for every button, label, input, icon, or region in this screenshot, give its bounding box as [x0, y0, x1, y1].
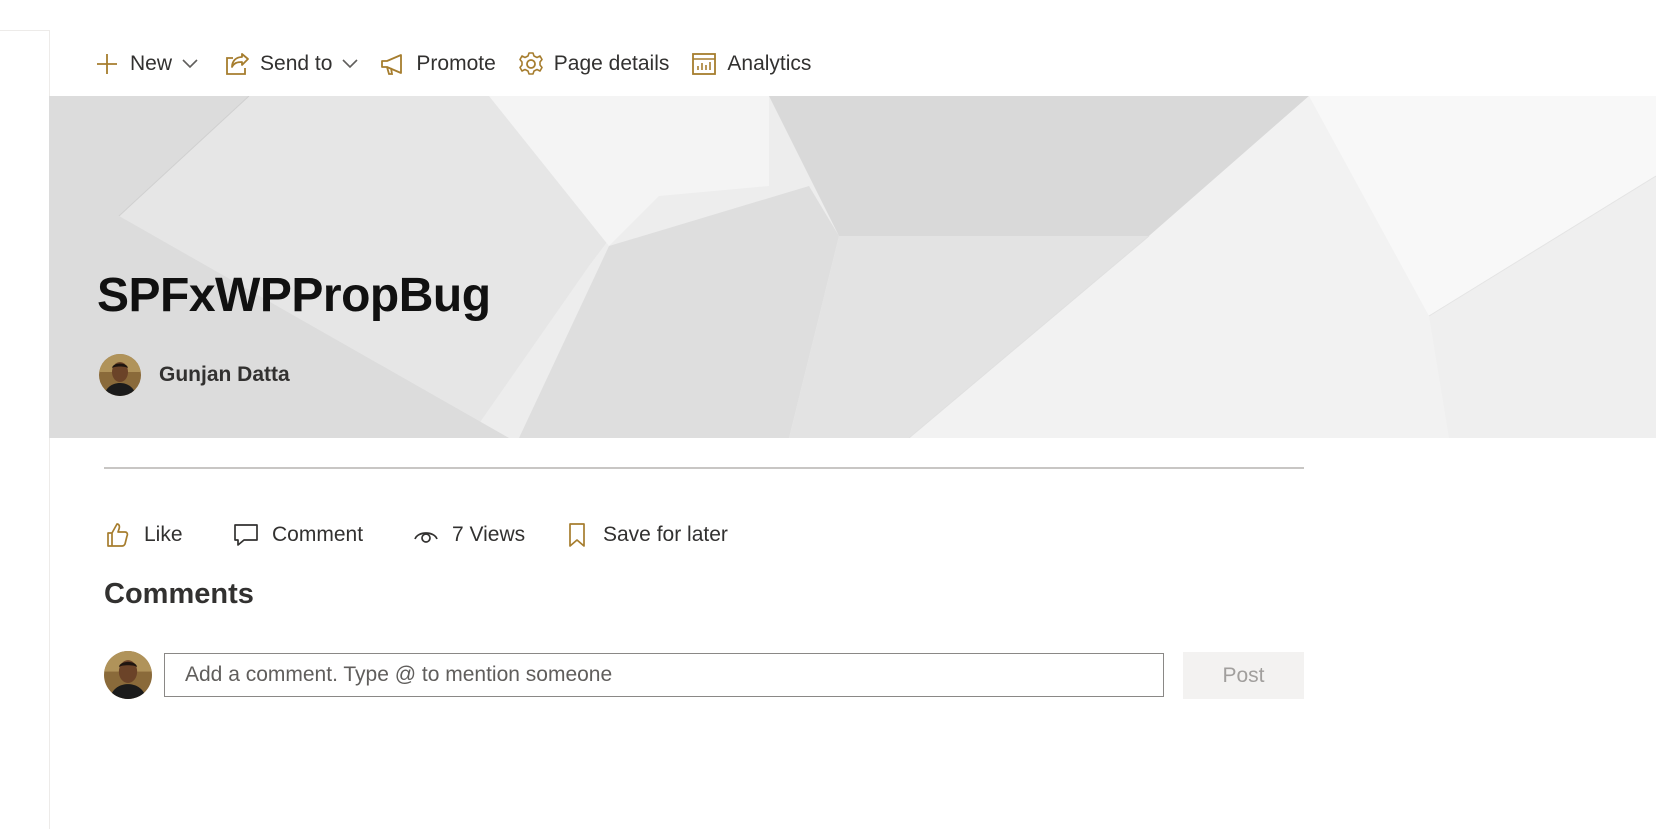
bookmark-icon — [563, 521, 591, 549]
save-for-later-label: Save for later — [603, 523, 728, 546]
page-details-label: Page details — [553, 52, 670, 75]
views-count: 7 Views — [412, 521, 563, 549]
avatar — [104, 651, 152, 699]
comments-heading: Comments — [104, 578, 254, 610]
new-button[interactable]: New — [90, 44, 202, 84]
avatar[interactable] — [99, 354, 141, 396]
promote-button[interactable]: Promote — [376, 44, 499, 84]
page-details-button[interactable]: Page details — [514, 44, 674, 84]
new-label: New — [130, 52, 173, 75]
chevron-down-icon — [342, 56, 358, 72]
author-name[interactable]: Gunjan Datta — [159, 363, 290, 387]
comment-icon — [232, 521, 260, 549]
chevron-down-icon — [182, 56, 198, 72]
comment-input[interactable] — [164, 653, 1164, 697]
like-label: Like — [144, 523, 183, 546]
page-title: SPFxWPPropBug — [97, 269, 491, 322]
left-rail-top-border — [0, 30, 49, 31]
views-label: 7 Views — [452, 523, 526, 546]
share-icon — [224, 51, 250, 77]
social-bar: Like Comment 7 Views Save for later — [104, 515, 728, 555]
promote-label: Promote — [416, 52, 496, 75]
analytics-icon — [691, 51, 717, 77]
like-button[interactable]: Like — [104, 521, 232, 549]
gear-icon — [518, 51, 544, 77]
comment-label: Comment — [272, 523, 364, 546]
command-bar: New Send to Promote Page details Analyti… — [90, 44, 829, 84]
left-rail — [0, 30, 50, 829]
plus-icon — [94, 51, 120, 77]
author-byline[interactable]: Gunjan Datta — [99, 354, 290, 396]
comment-button[interactable]: Comment — [232, 521, 412, 549]
send-to-button[interactable]: Send to — [220, 44, 362, 84]
megaphone-icon — [380, 51, 406, 77]
hero-background-image — [49, 96, 1656, 438]
eye-icon — [412, 521, 440, 549]
analytics-button[interactable]: Analytics — [687, 44, 815, 84]
thumbs-up-icon — [104, 521, 132, 549]
send-to-label: Send to — [260, 52, 333, 75]
post-button[interactable]: Post — [1183, 652, 1304, 699]
analytics-label: Analytics — [727, 52, 812, 75]
hero-banner: SPFxWPPropBug Gunjan Datta — [49, 96, 1656, 438]
divider — [104, 467, 1304, 469]
comment-composer — [104, 651, 1164, 699]
save-for-later-button[interactable]: Save for later — [563, 521, 728, 549]
